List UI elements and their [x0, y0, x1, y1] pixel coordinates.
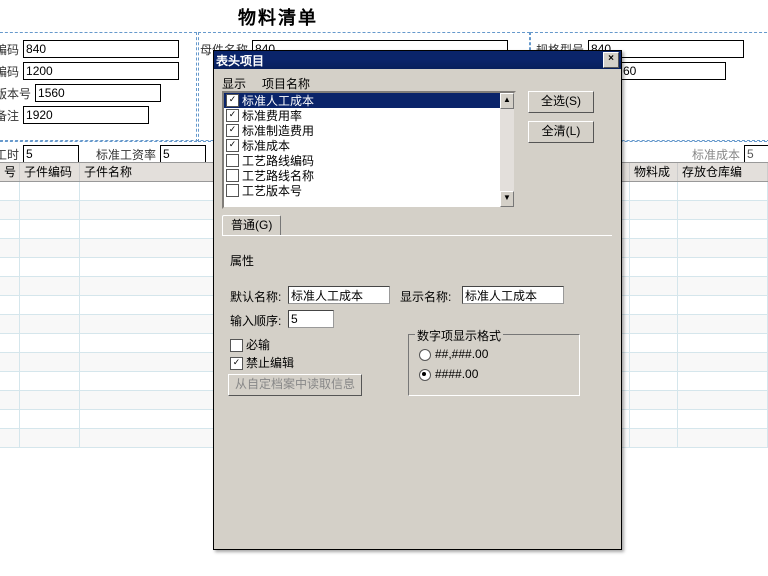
checkbox[interactable]: ✓	[226, 124, 239, 137]
tab-row: 普通(G)	[222, 215, 612, 236]
field-version: 版本号	[0, 84, 161, 102]
list-item[interactable]: ✓标准制造费用	[224, 123, 514, 138]
checkbox[interactable]	[226, 169, 239, 182]
checkbox[interactable]	[226, 184, 239, 197]
input-default-name[interactable]	[288, 286, 390, 304]
checkbox[interactable]	[226, 154, 239, 167]
close-icon[interactable]: ×	[603, 52, 619, 68]
field-stdcost: 标准成本	[692, 145, 768, 163]
scrollbar[interactable]: ▲ ▼	[500, 93, 514, 207]
list-item[interactable]: ✓标准费用率	[224, 108, 514, 123]
checkbox[interactable]: ✓	[226, 94, 239, 107]
col-show: 显示	[222, 75, 262, 92]
list-item[interactable]: ✓标准人工成本	[224, 93, 514, 108]
input-stdcost[interactable]	[744, 145, 768, 163]
chk-required[interactable]: 必输	[230, 336, 270, 353]
tab-general[interactable]: 普通(G)	[222, 215, 281, 235]
clear-all-button[interactable]: 全清(L)	[528, 121, 594, 143]
lbl-order: 输入顺序:	[230, 312, 281, 329]
checkbox[interactable]: ✓	[226, 139, 239, 152]
input-partial[interactable]	[620, 62, 726, 80]
list-item[interactable]: 工艺路线名称	[224, 168, 514, 183]
checkbox[interactable]: ✓	[226, 109, 239, 122]
input-code1[interactable]	[23, 40, 179, 58]
page-title: 物料清单	[238, 4, 318, 30]
dialog-title: 表头项目	[216, 52, 603, 69]
input-version[interactable]	[35, 84, 161, 102]
field-code1: 编码	[0, 40, 179, 58]
input-display-name[interactable]	[462, 286, 564, 304]
list-item[interactable]: 工艺版本号	[224, 183, 514, 198]
dialog-titlebar[interactable]: 表头项目 ×	[214, 51, 621, 69]
header-items-dialog: 表头项目 × 显示 项目名称 ✓标准人工成本✓标准费用率✓标准制造费用✓标准成本…	[213, 50, 622, 550]
field-hours: 工时	[0, 145, 79, 163]
scroll-down-icon[interactable]: ▼	[500, 191, 514, 207]
field-wage: 标准工资率	[96, 145, 206, 163]
read-custom-button[interactable]: 从自定档案中读取信息	[228, 374, 362, 396]
section-attr: 属性	[230, 252, 254, 269]
radio-fmt1[interactable]: ##,###.00	[419, 347, 488, 361]
lbl-display-name: 显示名称:	[400, 288, 451, 305]
scroll-up-icon[interactable]: ▲	[500, 93, 514, 109]
field-partial	[620, 62, 726, 80]
select-all-button[interactable]: 全选(S)	[528, 91, 594, 113]
items-listbox[interactable]: ✓标准人工成本✓标准费用率✓标准制造费用✓标准成本工艺路线编码工艺路线名称工艺版…	[222, 91, 516, 209]
col-name: 项目名称	[262, 75, 310, 92]
lbl-default-name: 默认名称:	[230, 288, 281, 305]
group-numfmt: 数字项显示格式 ##,###.00 ####.00	[408, 334, 580, 396]
input-code2[interactable]	[23, 62, 179, 80]
field-code2: 编码	[0, 62, 179, 80]
input-wage[interactable]	[160, 145, 206, 163]
input-order[interactable]	[288, 310, 334, 328]
input-hours[interactable]	[23, 145, 79, 163]
list-item[interactable]: 工艺路线编码	[224, 153, 514, 168]
list-item[interactable]: ✓标准成本	[224, 138, 514, 153]
input-remark[interactable]	[23, 106, 149, 124]
radio-fmt2[interactable]: ####.00	[419, 367, 478, 381]
chk-noedit[interactable]: ✓禁止编辑	[230, 354, 294, 371]
field-remark: 备注	[0, 106, 149, 124]
